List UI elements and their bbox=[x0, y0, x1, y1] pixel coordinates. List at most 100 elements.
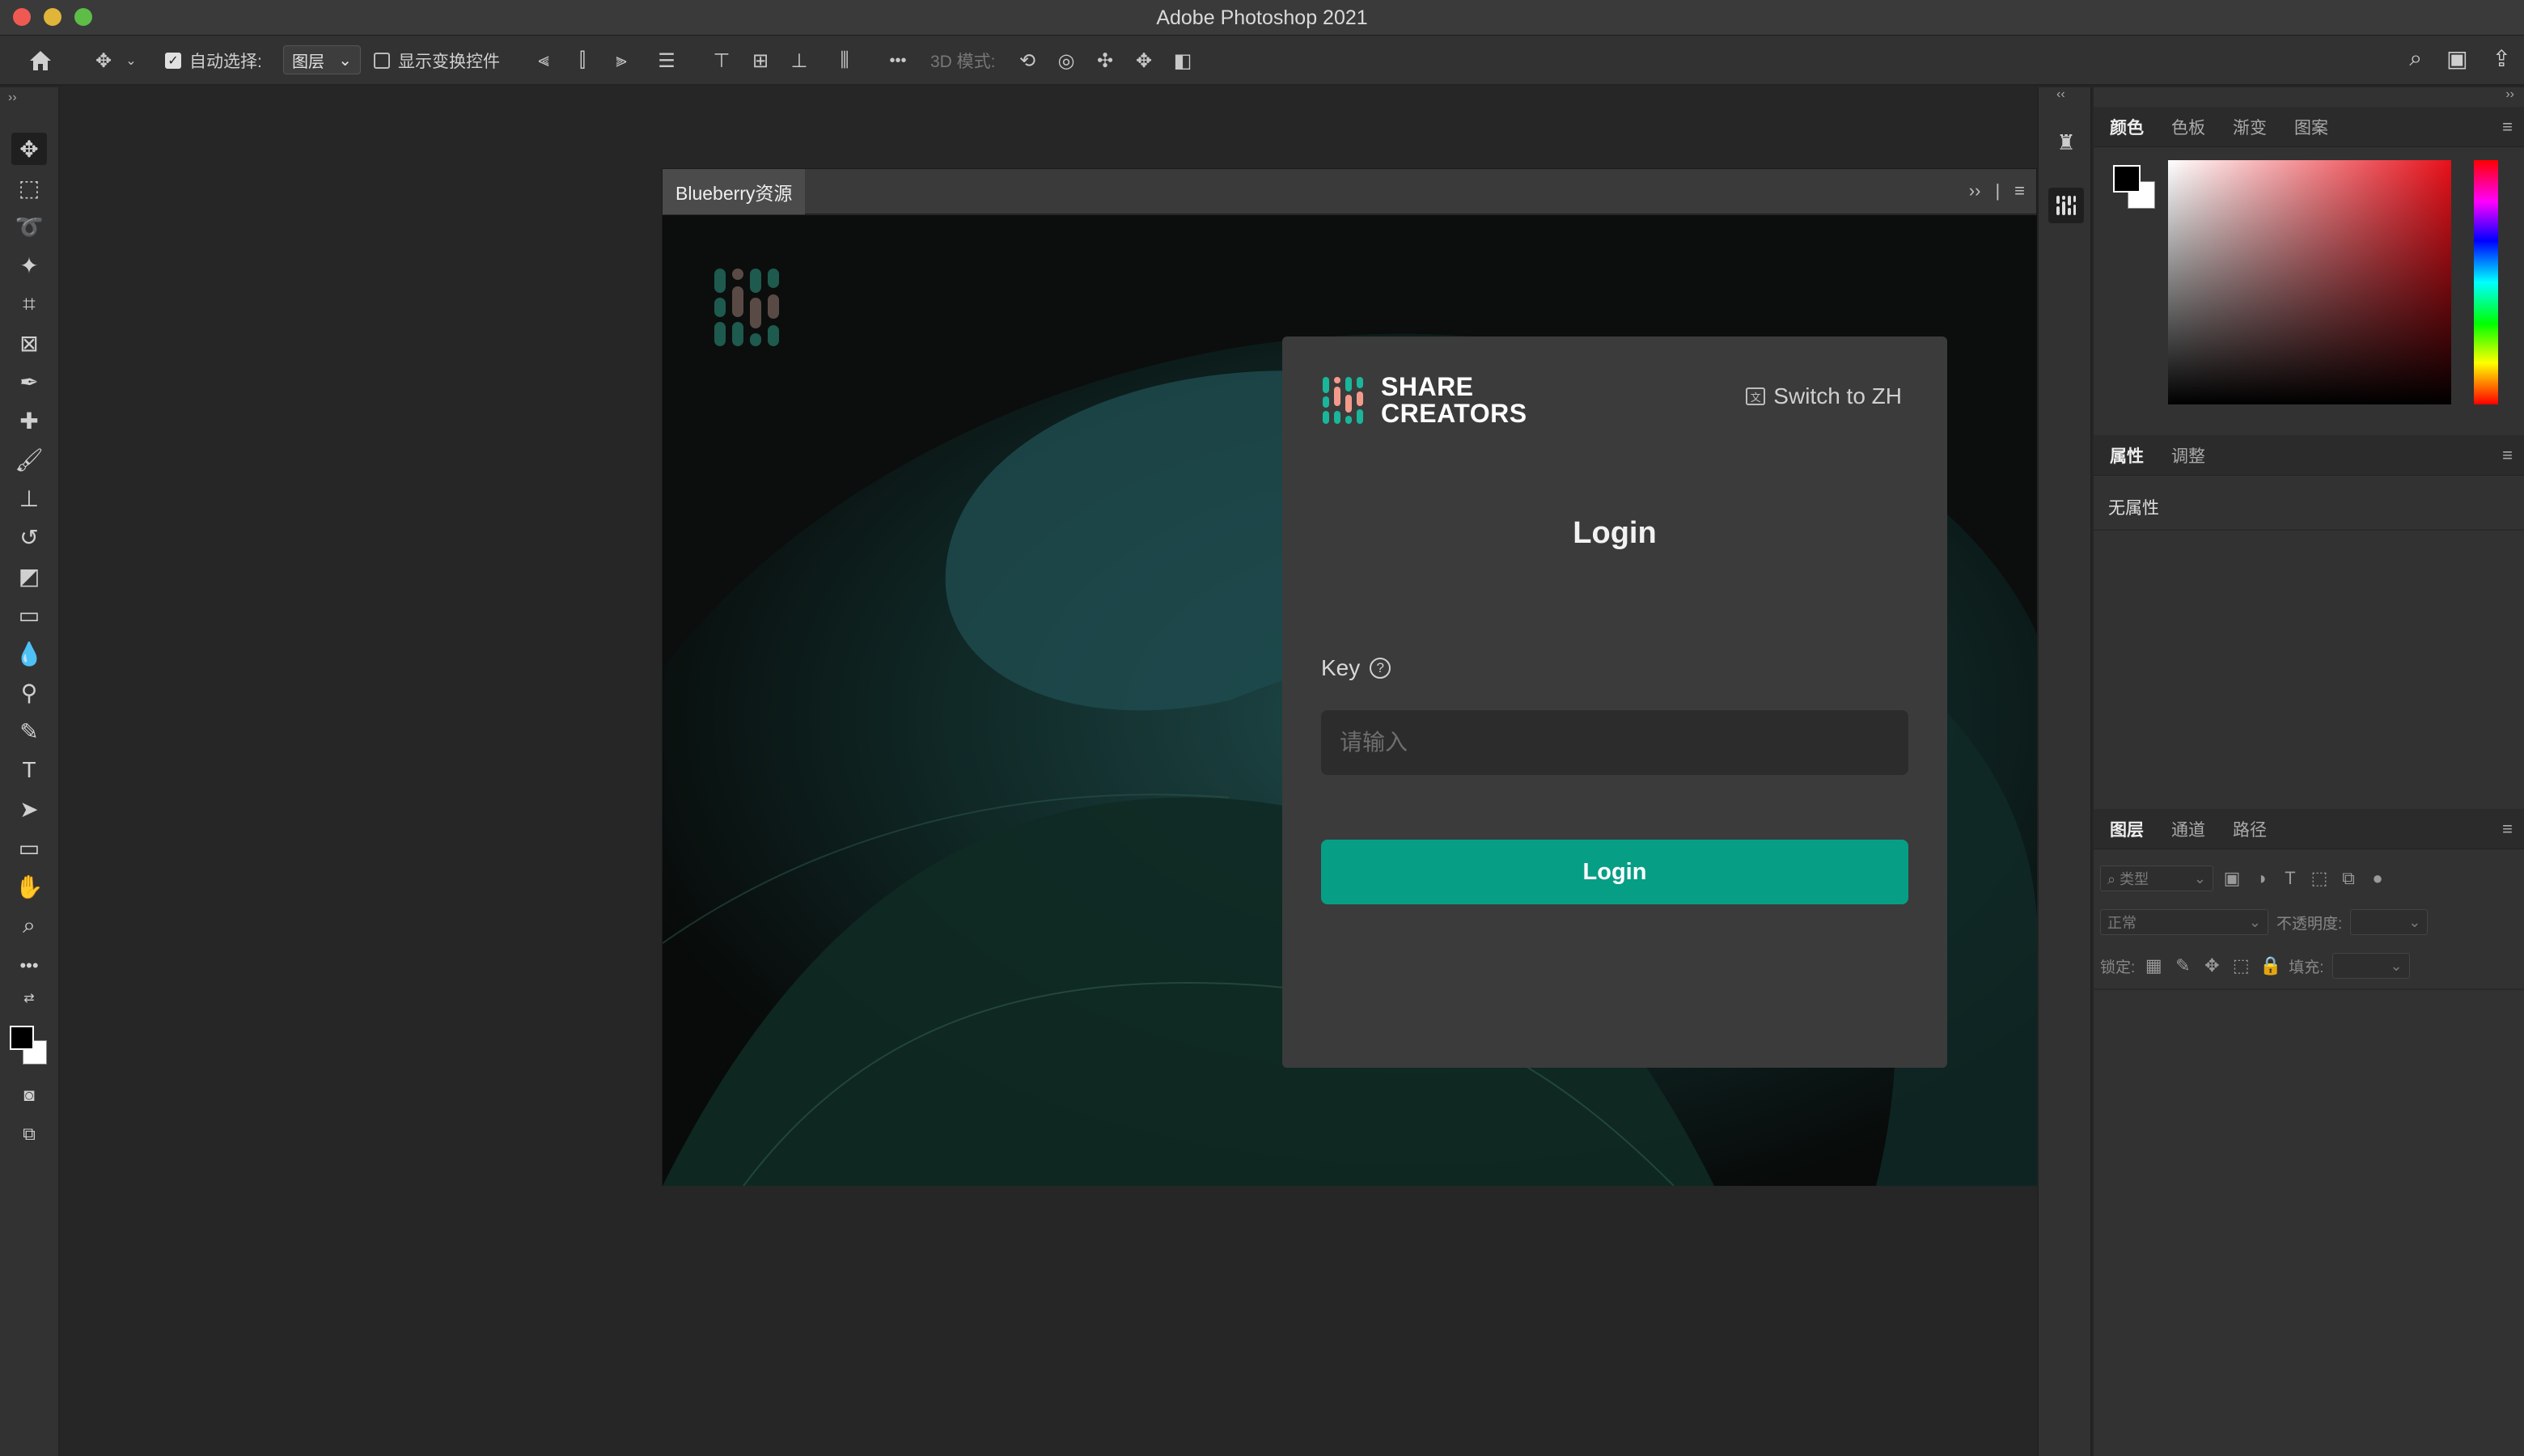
eraser-tool-icon[interactable]: ◩ bbox=[11, 560, 47, 592]
brush-tool-icon[interactable]: 🖌 bbox=[11, 443, 47, 476]
clone-stamp-tool-icon[interactable]: ⊥ bbox=[11, 482, 47, 514]
hue-slider[interactable] bbox=[2474, 160, 2498, 404]
move-tool-icon[interactable]: ✥ bbox=[11, 133, 47, 165]
plugin-logo-watermark bbox=[711, 265, 795, 353]
lock-transparent-icon[interactable]: ▦ bbox=[2143, 955, 2164, 976]
panel-menu-icon[interactable]: ≡ bbox=[2502, 445, 2513, 466]
edit-toolbar-icon[interactable]: ••• bbox=[11, 950, 47, 982]
auto-select-option[interactable]: ✓ 自动选择: bbox=[165, 47, 262, 74]
tab-patterns[interactable]: 图案 bbox=[2294, 107, 2328, 147]
tab-swatches[interactable]: 色板 bbox=[2171, 107, 2205, 147]
key-label-text: Key bbox=[1321, 655, 1361, 680]
blur-tool-icon[interactable]: 💧 bbox=[11, 637, 47, 670]
search-icon[interactable]: ⌕ bbox=[2409, 45, 2422, 72]
more-options-icon[interactable]: ••• bbox=[885, 49, 911, 73]
blueberry-plugin-icon[interactable] bbox=[2048, 188, 2084, 223]
zoom-tool-icon[interactable]: ⌕ bbox=[11, 909, 47, 942]
align-right-icon[interactable]: ⫸ bbox=[608, 49, 634, 73]
tab-properties[interactable]: 属性 bbox=[2110, 435, 2144, 476]
magic-wand-tool-icon[interactable]: ✦ bbox=[11, 249, 47, 281]
filter-type-icon[interactable]: T bbox=[2280, 868, 2301, 889]
filter-smart-object-icon[interactable]: ⧉ bbox=[2338, 868, 2359, 889]
show-transform-option[interactable]: 显示变换控件 bbox=[374, 47, 500, 74]
move-tool-icon[interactable]: ✥ bbox=[91, 49, 116, 73]
align-left-icon[interactable]: ⫷ bbox=[531, 49, 557, 73]
lock-pixels-icon[interactable]: ✎ bbox=[2172, 955, 2193, 976]
marquee-tool-icon[interactable]: ⬚ bbox=[11, 171, 47, 204]
tab-gradients[interactable]: 渐变 bbox=[2233, 107, 2267, 147]
share-icon[interactable]: ⇪ bbox=[2492, 45, 2511, 72]
rectangle-tool-icon[interactable]: ▭ bbox=[11, 832, 47, 864]
dodge-tool-icon[interactable]: ⚲ bbox=[11, 676, 47, 709]
tab-adjustments[interactable]: 调整 bbox=[2171, 435, 2205, 476]
history-brush-tool-icon[interactable]: ↺ bbox=[11, 521, 47, 553]
panel-menu-icon[interactable]: ≡ bbox=[2502, 819, 2513, 840]
auto-select-dropdown[interactable]: 图层 ⌄ bbox=[283, 45, 361, 74]
show-transform-checkbox[interactable] bbox=[374, 53, 390, 69]
plugin-tab[interactable]: Blueberry资源 bbox=[663, 169, 806, 214]
align-bottom-icon[interactable]: ⊥ bbox=[786, 49, 812, 73]
gradient-tool-icon[interactable]: ▭ bbox=[11, 599, 47, 631]
switch-language-button[interactable]: 文 Switch to ZH bbox=[1746, 383, 1902, 409]
tab-color[interactable]: 颜色 bbox=[2110, 107, 2144, 147]
tools-panel: ›› ✥ ⬚ ➰ ✦ ⌗ ⊠ ✒ ✚ 🖌 ⊥ ↺ ◩ ▭ 💧 ⚲ ✎ T ➤ ▭… bbox=[0, 87, 60, 1456]
fill-field[interactable]: ⌄ bbox=[2331, 953, 2410, 979]
home-icon[interactable] bbox=[28, 49, 53, 73]
filter-pixel-icon[interactable]: ▣ bbox=[2221, 868, 2242, 889]
crop-tool-icon[interactable]: ⌗ bbox=[11, 288, 47, 320]
layer-filter-dropdown[interactable]: ⌕ 类型 ⌄ bbox=[2100, 866, 2213, 891]
quick-mask-icon[interactable]: ◙ bbox=[11, 1079, 47, 1111]
login-title: Login bbox=[1573, 516, 1657, 550]
blend-mode-value: 正常 bbox=[2107, 915, 2137, 931]
pan-3d-icon: ✣ bbox=[1096, 49, 1114, 72]
healing-brush-tool-icon[interactable]: ✚ bbox=[11, 404, 47, 437]
key-input[interactable] bbox=[1321, 710, 1908, 775]
color-picker-field[interactable] bbox=[2168, 160, 2451, 404]
lock-position-icon[interactable]: ✥ bbox=[2201, 955, 2222, 976]
chevron-down-icon[interactable]: ⌄ bbox=[123, 49, 139, 73]
pen-tool-icon[interactable]: ✎ bbox=[11, 715, 47, 747]
align-top-icon[interactable]: ⊤ bbox=[709, 49, 735, 73]
hand-tool-icon[interactable]: ✋ bbox=[11, 870, 47, 903]
align-vcenter-icon[interactable]: ⊞ bbox=[747, 49, 773, 73]
chevron-down-icon: ⌄ bbox=[2408, 913, 2421, 930]
title-bar: Adobe Photoshop 2021 bbox=[0, 0, 2524, 36]
filter-shape-icon[interactable]: ⬚ bbox=[2309, 868, 2330, 889]
panel-menu-icon[interactable]: ≡ bbox=[2014, 180, 2025, 201]
blend-mode-dropdown[interactable]: 正常 ⌄ bbox=[2100, 909, 2268, 935]
lasso-tool-icon[interactable]: ➰ bbox=[11, 210, 47, 243]
screen-mode-icon[interactable]: ⧉ bbox=[11, 1118, 47, 1150]
distribute-horizontal-icon[interactable]: ☰ bbox=[654, 49, 680, 73]
lock-all-icon[interactable]: 🔒 bbox=[2259, 955, 2281, 976]
foreground-color-swatch[interactable] bbox=[10, 1026, 34, 1050]
type-tool-icon[interactable]: T bbox=[11, 754, 47, 786]
collapse-panels-icon[interactable]: ›› bbox=[2505, 87, 2514, 102]
tab-layers[interactable]: 图层 bbox=[2110, 809, 2144, 849]
help-icon[interactable]: ? bbox=[1370, 658, 1391, 679]
path-selection-tool-icon[interactable]: ➤ bbox=[11, 793, 47, 825]
brand-line-1: SHARE bbox=[1381, 372, 1474, 401]
align-hcenter-icon[interactable]: ⫿ bbox=[570, 49, 595, 73]
collapse-panel-icon[interactable]: ›› bbox=[1969, 180, 1981, 201]
frame-tool-icon[interactable]: ⊠ bbox=[11, 327, 47, 359]
lock-label: 锁定: bbox=[2100, 959, 2136, 976]
collapse-toolbar-icon[interactable]: ›› bbox=[8, 91, 17, 105]
filter-adjustment-icon[interactable]: ◑ bbox=[2251, 868, 2272, 889]
tab-channels[interactable]: 通道 bbox=[2171, 809, 2205, 849]
lock-artboard-icon[interactable]: ⬚ bbox=[2230, 955, 2251, 976]
switch-language-label: Switch to ZH bbox=[1773, 383, 1902, 408]
tab-paths[interactable]: 路径 bbox=[2233, 809, 2267, 849]
workspace-icon[interactable]: ▣ bbox=[2446, 45, 2467, 72]
eyedropper-tool-icon[interactable]: ✒ bbox=[11, 366, 47, 398]
distribute-vertical-icon[interactable]: ⫼ bbox=[832, 49, 858, 73]
chevron-down-icon: ⌄ bbox=[338, 51, 352, 70]
opacity-field[interactable]: ⌄ bbox=[2350, 909, 2429, 935]
panel-menu-icon[interactable]: ≡ bbox=[2502, 116, 2513, 138]
auto-select-checkbox[interactable]: ✓ bbox=[165, 53, 181, 69]
plugins-icon[interactable]: ♜ bbox=[2048, 125, 2084, 160]
swap-colors-icon[interactable]: ⇄ bbox=[11, 987, 47, 1009]
filter-toggle-icon[interactable]: ● bbox=[2367, 868, 2388, 889]
login-button[interactable]: Login bbox=[1321, 840, 1908, 904]
foreground-color-swatch[interactable] bbox=[2113, 165, 2141, 193]
expand-dock-icon[interactable]: ‹‹ bbox=[2056, 87, 2065, 102]
